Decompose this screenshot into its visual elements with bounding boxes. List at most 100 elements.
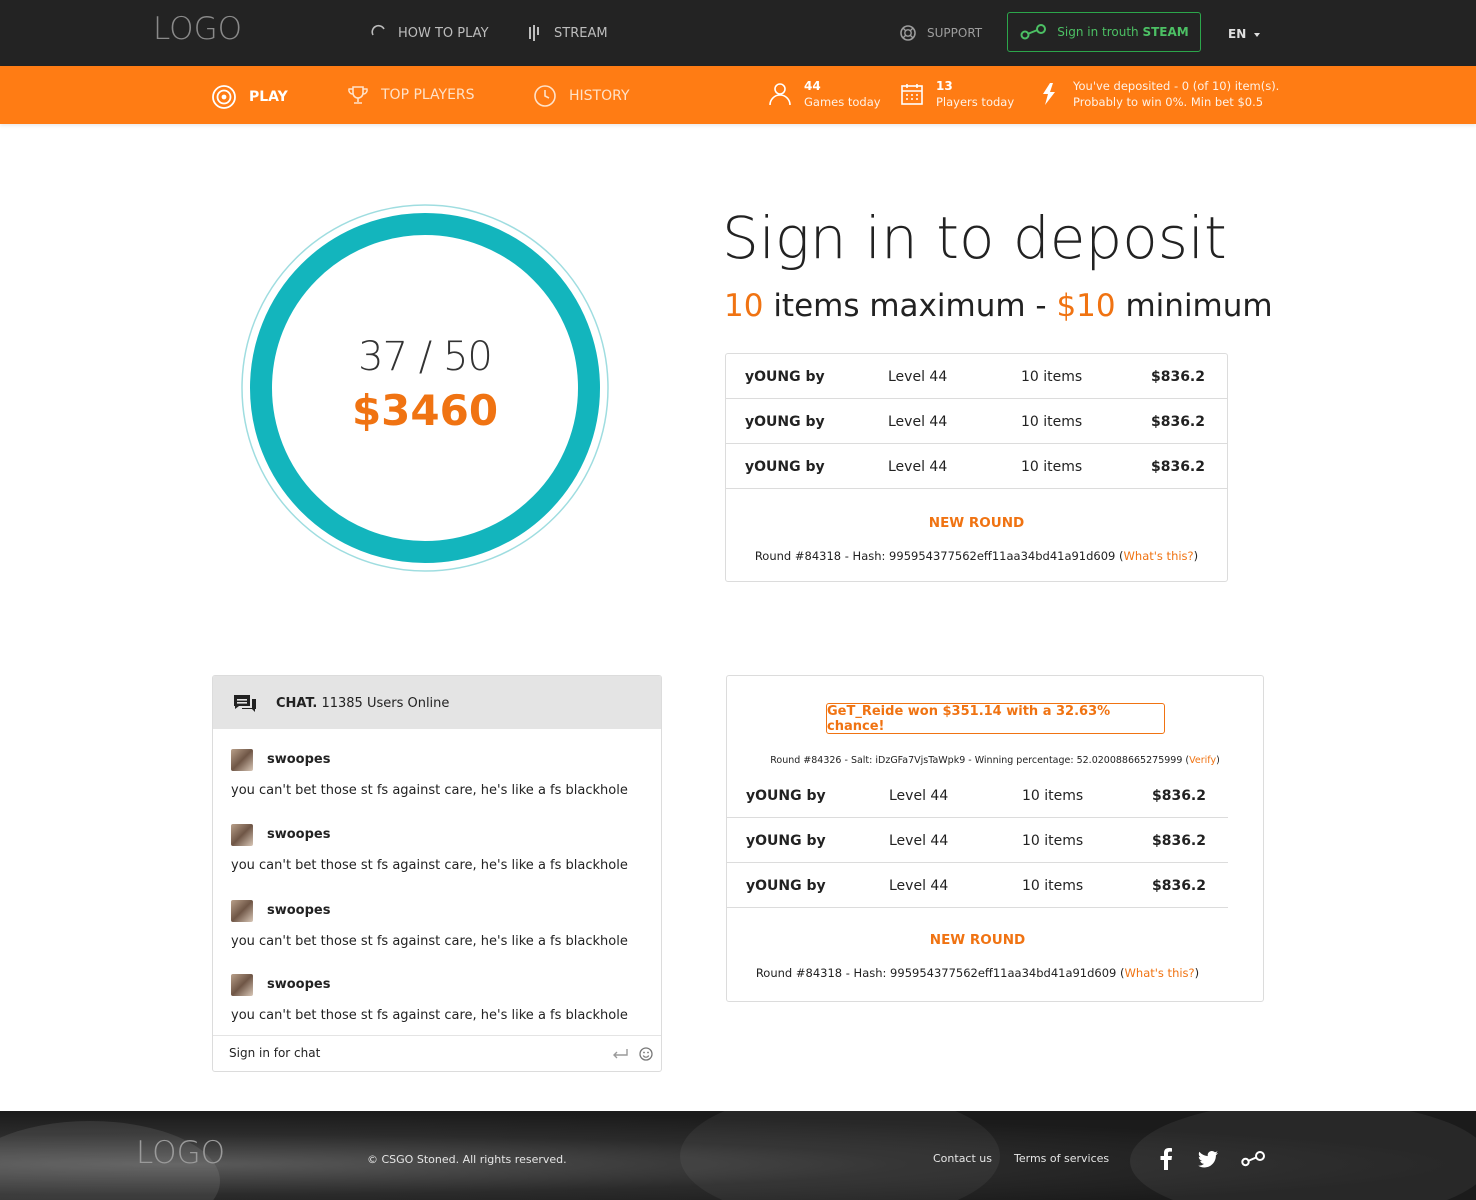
new-round-label: NEW ROUND bbox=[929, 932, 1026, 948]
spinner-icon bbox=[371, 24, 385, 36]
target-icon bbox=[212, 85, 236, 109]
tab-top-players[interactable]: TOP PLAYERS bbox=[347, 84, 475, 106]
deposit-status-line2: Probably to win 0%. Min bet $0.5 bbox=[1073, 95, 1264, 109]
steam-signin-button[interactable]: Sign in trouth STEAM bbox=[1007, 12, 1201, 52]
player-items: 10 items bbox=[1022, 878, 1084, 894]
logo[interactable]: LOGO bbox=[153, 11, 242, 47]
round-salt: Round #84326 - Salt: iDzGFa7VjsTaWpk9 - … bbox=[727, 755, 1263, 766]
games-today-value: 44 bbox=[804, 79, 821, 93]
deposit-status: You've deposited - 0 (of 10) item(s). Pro… bbox=[1037, 78, 1279, 110]
sub-navigation: PLAY TOP PLAYERS HISTORY 44 Games today 1… bbox=[0, 66, 1476, 124]
cloud-decoration bbox=[1130, 1111, 1476, 1200]
player-name[interactable]: yOUNG by bbox=[745, 459, 825, 475]
avatar[interactable] bbox=[231, 900, 253, 922]
nav-how-to-play[interactable]: HOW TO PLAY bbox=[370, 24, 489, 42]
round-salt-close: ) bbox=[1216, 755, 1220, 766]
player-items: 10 items bbox=[1021, 369, 1083, 385]
winner-badge[interactable]: GeT_Reide won $351.14 with a 32.63% chan… bbox=[826, 703, 1165, 734]
player-level: Level 44 bbox=[888, 414, 948, 430]
support-label: SUPPORT bbox=[927, 26, 983, 40]
table-row: yOUNG by Level 44 10 items $836.2 bbox=[727, 818, 1228, 863]
clock-icon bbox=[534, 85, 556, 107]
round-hash: Round #84318 - Hash: 995954377562eff11aa… bbox=[727, 966, 1228, 980]
avatar[interactable] bbox=[231, 749, 253, 771]
top-header: LOGO HOW TO PLAY STREAM SUPPORT Sign in … bbox=[0, 0, 1476, 66]
table-row: yOUNG by Level 44 10 items $836.2 bbox=[726, 354, 1227, 399]
support-link[interactable]: SUPPORT bbox=[899, 24, 982, 42]
player-value: $836.2 bbox=[1150, 414, 1205, 430]
steam-icon bbox=[1020, 24, 1047, 40]
emoji-icon[interactable] bbox=[637, 1045, 655, 1063]
round-hash-close: ) bbox=[1194, 966, 1200, 980]
copyright: © CSGO Stoned. All rights reserved. bbox=[367, 1153, 567, 1166]
footer-logo[interactable]: LOGO bbox=[136, 1135, 225, 1171]
chat-input[interactable]: Sign in for chat bbox=[213, 1035, 661, 1071]
trophy-icon bbox=[348, 86, 368, 104]
enter-icon[interactable] bbox=[611, 1045, 629, 1063]
player-value: $836.2 bbox=[1151, 833, 1206, 849]
tab-history-label: HISTORY bbox=[569, 88, 630, 104]
chat-text: you can't bet those st fs against care, … bbox=[231, 783, 628, 798]
players-today-label: Players today bbox=[936, 95, 1015, 109]
round-salt-text: Round #84326 - Salt: iDzGFa7VjsTaWpk9 - … bbox=[770, 755, 1190, 766]
player-level: Level 44 bbox=[889, 833, 949, 849]
table-row: yOUNG by Level 44 10 items $836.2 bbox=[727, 863, 1228, 908]
chat-title: CHAT. 11385 Users Online bbox=[276, 696, 449, 711]
nav-stream-label: STREAM bbox=[554, 25, 608, 41]
chat-text: you can't bet those st fs against care, … bbox=[231, 858, 628, 873]
footer: LOGO © CSGO Stoned. All rights reserved.… bbox=[0, 1111, 1476, 1200]
chat-text: you can't bet those st fs against care, … bbox=[231, 1008, 628, 1023]
chevron-down-icon bbox=[1254, 32, 1261, 37]
language-select[interactable]: EN bbox=[1228, 27, 1261, 41]
avatar[interactable] bbox=[231, 824, 253, 846]
whats-this-link[interactable]: What's this? bbox=[1124, 549, 1194, 563]
items-max-text: items maximum - bbox=[773, 288, 1047, 324]
player-value: $836.2 bbox=[1150, 369, 1205, 385]
chat-username[interactable]: swoopes bbox=[267, 752, 330, 767]
games-today-label: Games today bbox=[804, 95, 881, 109]
player-level: Level 44 bbox=[889, 878, 949, 894]
min-value: $10 bbox=[1056, 288, 1116, 324]
steam-icon[interactable] bbox=[1240, 1151, 1266, 1167]
round-hash-text: Round #84318 - Hash: 995954377562eff11aa… bbox=[755, 966, 1125, 980]
deposit-limits: 10 items maximum - $10 minimum bbox=[724, 288, 1273, 324]
twitter-icon[interactable] bbox=[1198, 1151, 1218, 1168]
player-name[interactable]: yOUNG by bbox=[746, 788, 826, 804]
player-level: Level 44 bbox=[888, 369, 948, 385]
current-round-panel: yOUNG by Level 44 10 items $836.2 yOUNG … bbox=[725, 353, 1228, 582]
chat-input-placeholder: Sign in for chat bbox=[229, 1046, 321, 1060]
avatar[interactable] bbox=[231, 974, 253, 996]
players-today-stat: 13 Players today bbox=[900, 78, 1014, 110]
player-name[interactable]: yOUNG by bbox=[746, 833, 826, 849]
player-value: $836.2 bbox=[1151, 788, 1206, 804]
table-row: yOUNG by Level 44 10 items $836.2 bbox=[726, 399, 1227, 444]
chat-username[interactable]: swoopes bbox=[267, 903, 330, 918]
jackpot-amount: $3460 bbox=[351, 386, 499, 435]
player-items: 10 items bbox=[1021, 414, 1083, 430]
signin-label: Sign in trouth STEAM bbox=[1057, 25, 1189, 39]
lifebuoy-icon bbox=[900, 25, 916, 41]
player-name[interactable]: yOUNG by bbox=[745, 369, 825, 385]
whats-this-link[interactable]: What's this? bbox=[1125, 966, 1195, 980]
player-name[interactable]: yOUNG by bbox=[745, 414, 825, 430]
tab-history[interactable]: HISTORY bbox=[533, 84, 630, 108]
player-name[interactable]: yOUNG by bbox=[746, 878, 826, 894]
min-text: minimum bbox=[1125, 288, 1273, 324]
chat-username[interactable]: swoopes bbox=[267, 827, 330, 842]
table-row: yOUNG by Level 44 10 items $836.2 bbox=[727, 773, 1228, 818]
tab-play[interactable]: PLAY bbox=[211, 84, 288, 110]
new-round-label: NEW ROUND bbox=[928, 515, 1025, 531]
table-row: yOUNG by Level 44 10 items $836.2 bbox=[726, 444, 1227, 489]
facebook-icon[interactable] bbox=[1159, 1148, 1173, 1170]
player-value: $836.2 bbox=[1150, 459, 1205, 475]
round-hash: Round #84318 - Hash: 995954377562eff11aa… bbox=[726, 549, 1227, 563]
tab-play-label: PLAY bbox=[249, 89, 288, 105]
contact-link[interactable]: Contact us bbox=[933, 1152, 992, 1165]
deposit-status-line1: You've deposited - 0 (of 10) item(s). bbox=[1073, 79, 1280, 93]
chat-username[interactable]: swoopes bbox=[267, 977, 330, 992]
round-hash-text: Round #84318 - Hash: 995954377562eff11aa… bbox=[754, 549, 1124, 563]
nav-stream[interactable]: STREAM bbox=[526, 24, 608, 42]
stream-icon bbox=[529, 25, 539, 41]
verify-link[interactable]: Verify bbox=[1189, 755, 1216, 766]
terms-link[interactable]: Terms of services bbox=[1014, 1152, 1109, 1165]
